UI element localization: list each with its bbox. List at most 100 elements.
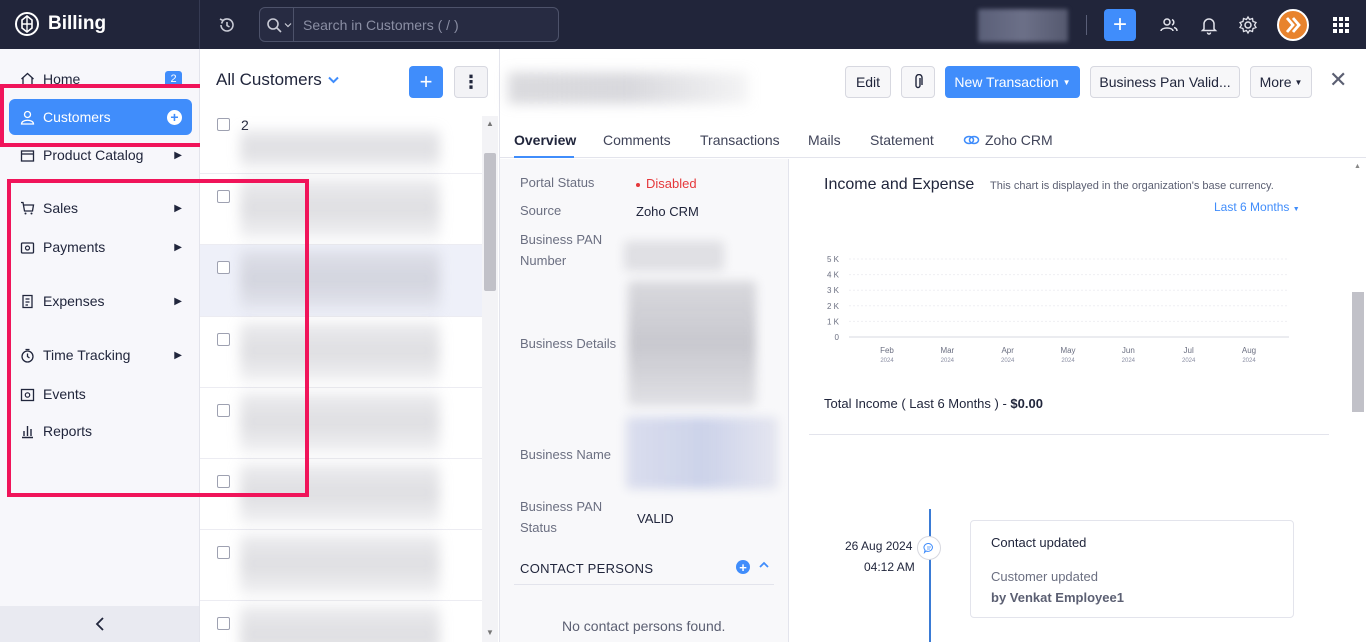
total-income: Total Income ( Last 6 Months ) - $0.00 bbox=[824, 396, 1043, 411]
list-view-dropdown[interactable]: All Customers bbox=[216, 70, 339, 90]
billing-logo-icon bbox=[15, 12, 39, 36]
more-button[interactable]: More ▼ bbox=[1250, 66, 1312, 98]
timeline-card-author: by Venkat Employee1 bbox=[991, 590, 1124, 605]
scroll-up-icon[interactable]: ▲ bbox=[486, 119, 494, 128]
settings-gear-icon[interactable] bbox=[1237, 14, 1259, 36]
more-label: More bbox=[1259, 74, 1292, 90]
users-icon[interactable] bbox=[1158, 14, 1180, 36]
add-contact-person-icon[interactable]: + bbox=[736, 560, 750, 574]
tab-transactions[interactable]: Transactions bbox=[700, 132, 780, 148]
y-tick-label: 4 K bbox=[827, 271, 840, 280]
scroll-up-icon[interactable]: ▲ bbox=[1354, 163, 1361, 170]
overview-right-panel: Income and Expense This chart is display… bbox=[789, 159, 1366, 642]
y-tick-label: 5 K bbox=[827, 255, 840, 264]
business-pan-validation-button[interactable]: Business Pan Valid... bbox=[1090, 66, 1240, 98]
notification-bell-icon[interactable] bbox=[1198, 14, 1220, 36]
chevron-left-icon bbox=[95, 617, 104, 631]
customer-fields-panel: Portal Status Disabled Source Zoho CRM B… bbox=[500, 159, 789, 642]
portal-status-label: Portal Status bbox=[520, 175, 595, 190]
customer-title-redacted bbox=[508, 72, 748, 104]
x-tick-year-label: 2024 bbox=[1242, 358, 1256, 364]
period-dropdown[interactable]: Last 6 Months ▼ bbox=[1214, 200, 1300, 214]
row-checkbox[interactable] bbox=[217, 546, 230, 559]
edit-button[interactable]: Edit bbox=[845, 66, 891, 98]
tab-comments[interactable]: Comments bbox=[603, 132, 671, 148]
box-icon bbox=[19, 147, 35, 163]
x-tick-label: Jun bbox=[1122, 346, 1135, 355]
organization-switcher[interactable] bbox=[978, 9, 1068, 42]
chart-currency-note: This chart is displayed in the organizat… bbox=[990, 180, 1274, 192]
income-expense-chart: 0 1 K 2 K 3 K 4 K 5 K Feb 2024 Mar 2024 Apr 2024 May… bbox=[827, 255, 1289, 364]
pan-number-label-line2: Number bbox=[520, 253, 567, 268]
section-divider bbox=[809, 434, 1329, 435]
list-item[interactable] bbox=[200, 601, 482, 642]
pan-number-label-line1: Business PAN bbox=[520, 232, 603, 247]
new-customer-button[interactable]: + bbox=[409, 66, 443, 98]
list-options-button[interactable]: ⋮ bbox=[454, 66, 488, 98]
new-transaction-button[interactable]: New Transaction ▼ bbox=[945, 66, 1080, 98]
search-box[interactable] bbox=[259, 7, 559, 42]
timeline-time: 04:12 AM bbox=[864, 560, 915, 574]
y-tick-label: 2 K bbox=[827, 302, 840, 311]
total-income-value: $0.00 bbox=[1010, 396, 1043, 411]
close-icon[interactable]: ✕ bbox=[1329, 67, 1347, 93]
paperclip-icon bbox=[915, 74, 923, 89]
app-title: Billing bbox=[48, 13, 107, 34]
user-avatar[interactable] bbox=[1277, 9, 1309, 41]
chevron-up-icon[interactable] bbox=[759, 558, 769, 572]
x-tick-year-label: 2024 bbox=[1001, 358, 1015, 364]
status-dot-icon bbox=[636, 182, 640, 187]
tab-zoho-crm-label: Zoho CRM bbox=[985, 132, 1053, 148]
list-item[interactable] bbox=[200, 530, 482, 601]
attachment-button[interactable] bbox=[901, 66, 935, 98]
list-scrollbar-thumb[interactable] bbox=[484, 153, 496, 291]
chevron-down-icon bbox=[284, 22, 291, 27]
recent-history-icon[interactable] bbox=[217, 15, 237, 35]
search-icon bbox=[266, 17, 282, 33]
search-scope-dropdown[interactable] bbox=[260, 8, 294, 41]
tab-zoho-crm[interactable]: Zoho CRM bbox=[963, 132, 1053, 148]
caret-down-icon: ▼ bbox=[1062, 77, 1071, 87]
business-fields-highlight-box bbox=[7, 179, 309, 497]
customer-name-redacted bbox=[240, 129, 440, 169]
list-item[interactable]: 2 bbox=[200, 115, 482, 174]
topbar-divider bbox=[199, 0, 200, 49]
business-name-label: Business Name bbox=[520, 447, 612, 462]
pan-status-value: VALID bbox=[637, 511, 674, 526]
sidebar-collapse-button[interactable] bbox=[0, 606, 199, 642]
detail-scrollbar-thumb[interactable] bbox=[1352, 292, 1364, 412]
x-tick-year-label: 2024 bbox=[941, 358, 955, 364]
timeline-comment-icon bbox=[917, 536, 941, 560]
customer-name-redacted bbox=[240, 535, 440, 595]
portal-status-value: Disabled bbox=[636, 176, 697, 191]
x-tick-year-label: 2024 bbox=[880, 358, 894, 364]
tab-overview[interactable]: Overview bbox=[514, 132, 576, 148]
chevron-down-icon bbox=[328, 76, 339, 84]
customer-detail-pane: Edit New Transaction ▼ Business Pan Vali… bbox=[500, 49, 1366, 642]
caret-down-icon: ▼ bbox=[1294, 77, 1303, 87]
x-tick-year-label: 2024 bbox=[1182, 358, 1196, 364]
y-tick-label: 0 bbox=[835, 333, 840, 342]
row-checkbox[interactable] bbox=[217, 617, 230, 630]
y-tick-label: 1 K bbox=[827, 317, 840, 326]
app-grid-icon[interactable] bbox=[1330, 14, 1352, 36]
topbar-separator bbox=[1086, 15, 1087, 35]
brand[interactable]: Billing bbox=[14, 11, 106, 37]
customers-highlight-box bbox=[0, 84, 204, 147]
caret-right-icon: ▶ bbox=[174, 149, 182, 161]
source-value: Zoho CRM bbox=[636, 204, 699, 219]
quick-create-button[interactable]: + bbox=[1104, 9, 1136, 41]
scroll-down-icon[interactable]: ▼ bbox=[486, 628, 494, 637]
x-tick-year-label: 2024 bbox=[1061, 358, 1075, 364]
search-input[interactable] bbox=[294, 16, 544, 33]
chart-title: Income and Expense bbox=[824, 176, 975, 193]
period-label: Last 6 Months bbox=[1214, 200, 1290, 214]
row-checkbox[interactable] bbox=[217, 118, 230, 131]
timeline-card-title: Contact updated bbox=[991, 535, 1087, 550]
tab-statement[interactable]: Statement bbox=[870, 132, 934, 148]
sidebar-item-label: Product Catalog bbox=[43, 147, 144, 163]
top-bar: Billing + bbox=[0, 0, 1366, 49]
section-divider bbox=[514, 584, 774, 585]
caret-down-icon: ▼ bbox=[1292, 206, 1300, 213]
tab-mails[interactable]: Mails bbox=[808, 132, 841, 148]
